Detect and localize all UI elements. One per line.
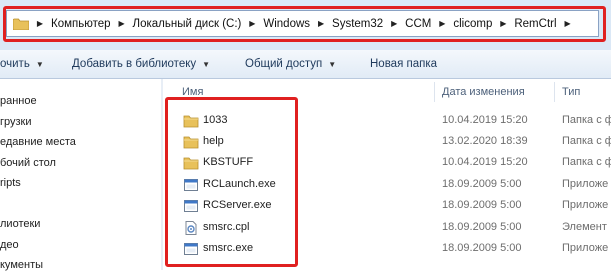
nav-item-libraries[interactable]: лиотеки bbox=[0, 215, 40, 233]
file-type: Приложе bbox=[562, 199, 609, 211]
file-date: 18.09.2009 5:00 bbox=[442, 221, 522, 233]
nav-item-favorites[interactable]: ранное bbox=[0, 92, 37, 110]
nav-item-video[interactable]: део bbox=[0, 236, 19, 254]
column-header-date[interactable]: Дата изменения bbox=[442, 84, 525, 100]
add-to-library-label: Добавить в библиотеку bbox=[72, 58, 197, 70]
share-button[interactable]: Общий доступ ▼ bbox=[245, 50, 336, 78]
nav-item-downloads[interactable]: грузки bbox=[0, 113, 32, 131]
command-bar: очить ▼ Добавить в библиотеку ▼ Общий до… bbox=[0, 50, 611, 79]
file-date: 10.04.2019 15:20 bbox=[442, 114, 528, 126]
dropdown-arrow-icon: ▼ bbox=[202, 59, 211, 69]
file-type: Папка с ф bbox=[562, 156, 611, 168]
file-type: Приложе bbox=[562, 242, 609, 254]
nav-item-desktop[interactable]: бочий стол bbox=[0, 154, 56, 172]
address-bar-area: ▶ Компьютер ▶ Локальный диск (C:) ▶ Wind… bbox=[0, 0, 611, 50]
file-date: 18.09.2009 5:00 bbox=[442, 199, 522, 211]
add-to-library-button[interactable]: Добавить в библиотеку ▼ bbox=[72, 50, 210, 78]
column-divider[interactable] bbox=[434, 82, 435, 102]
file-type: Папка с ф bbox=[562, 114, 611, 126]
nav-item-documents[interactable]: кументы bbox=[0, 256, 43, 274]
organize-button[interactable]: очить ▼ bbox=[0, 50, 44, 78]
file-type: Приложе bbox=[562, 178, 609, 190]
file-date: 10.04.2019 15:20 bbox=[442, 156, 528, 168]
dropdown-arrow-icon: ▼ bbox=[328, 59, 337, 69]
new-folder-label: Новая папка bbox=[370, 58, 438, 70]
file-type: Элемент bbox=[562, 221, 607, 233]
column-divider[interactable] bbox=[554, 82, 555, 102]
share-label: Общий доступ bbox=[245, 58, 323, 70]
pane-divider[interactable] bbox=[161, 79, 163, 270]
navigation-pane: ранное грузки едавние места бочий стол r… bbox=[0, 79, 160, 271]
file-date: 18.09.2009 5:00 bbox=[442, 242, 522, 254]
file-type: Папка с ф bbox=[562, 135, 611, 147]
nav-item-scripts[interactable]: ripts bbox=[0, 174, 21, 192]
new-folder-button[interactable]: Новая папка bbox=[370, 50, 437, 78]
address-annotation-box bbox=[3, 6, 606, 42]
file-list-annotation-box bbox=[165, 97, 298, 267]
file-date: 13.02.2020 18:39 bbox=[442, 135, 528, 147]
nav-item-recent-places[interactable]: едавние места bbox=[0, 133, 76, 151]
file-date: 18.09.2009 5:00 bbox=[442, 178, 522, 190]
organize-label: очить bbox=[0, 58, 30, 70]
column-header-type[interactable]: Тип bbox=[562, 84, 580, 100]
dropdown-arrow-icon: ▼ bbox=[35, 59, 44, 69]
